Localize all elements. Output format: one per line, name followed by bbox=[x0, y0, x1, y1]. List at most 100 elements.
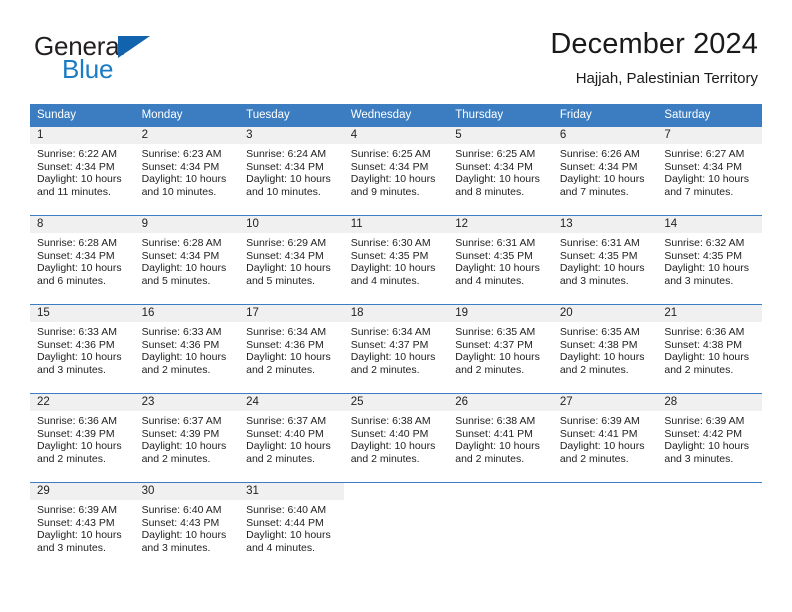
day-cell[interactable]: 3 Sunrise: 6:24 AM Sunset: 4:34 PM Dayli… bbox=[239, 127, 344, 216]
calendar-grid: Sunday Monday Tuesday Wednesday Thursday… bbox=[30, 104, 762, 571]
daylight-text-line1: Daylight: 10 hours bbox=[559, 262, 645, 275]
sunrise-text: Sunrise: 6:35 AM bbox=[559, 326, 640, 338]
day-number: 18 bbox=[343, 305, 449, 322]
day-cell[interactable]: 24 Sunrise: 6:37 AM Sunset: 4:40 PM Dayl… bbox=[239, 393, 344, 483]
day-cell[interactable]: 5 Sunrise: 6:25 AM Sunset: 4:34 PM Dayli… bbox=[448, 127, 553, 216]
day-cell[interactable]: 9 Sunrise: 6:28 AM Sunset: 4:34 PM Dayli… bbox=[134, 215, 240, 305]
day-number: 22 bbox=[30, 394, 135, 411]
day-cell[interactable]: 22 Sunrise: 6:36 AM Sunset: 4:39 PM Dayl… bbox=[30, 393, 135, 483]
day-cell[interactable]: 15 Sunrise: 6:33 AM Sunset: 4:36 PM Dayl… bbox=[30, 304, 135, 394]
day-cell[interactable]: 31 Sunrise: 6:40 AM Sunset: 4:44 PM Dayl… bbox=[239, 482, 344, 571]
day-cell[interactable]: 6 Sunrise: 6:26 AM Sunset: 4:34 PM Dayli… bbox=[552, 127, 658, 216]
day-cell[interactable]: 7 Sunrise: 6:27 AM Sunset: 4:34 PM Dayli… bbox=[657, 127, 762, 216]
day-cell[interactable]: 18 Sunrise: 6:34 AM Sunset: 4:37 PM Dayl… bbox=[343, 304, 449, 394]
day-cell[interactable]: 12 Sunrise: 6:31 AM Sunset: 4:35 PM Dayl… bbox=[448, 215, 553, 305]
day-number: 30 bbox=[134, 483, 240, 500]
day-details: Sunrise: 6:28 AM Sunset: 4:34 PM Dayligh… bbox=[30, 233, 135, 287]
calendar-week-row: 15 Sunrise: 6:33 AM Sunset: 4:36 PM Dayl… bbox=[30, 304, 762, 394]
day-cell[interactable]: 4 Sunrise: 6:25 AM Sunset: 4:34 PM Dayli… bbox=[343, 127, 449, 216]
daylight-text-line1: Daylight: 10 hours bbox=[350, 440, 436, 453]
daylight-text-line1: Daylight: 10 hours bbox=[350, 262, 436, 275]
day-cell[interactable]: 2 Sunrise: 6:23 AM Sunset: 4:34 PM Dayli… bbox=[134, 127, 240, 216]
daylight-text-line2: and 2 minutes. bbox=[559, 363, 629, 376]
sunset-text: Sunset: 4:34 PM bbox=[246, 249, 324, 262]
calendar-week-row: 1 Sunrise: 6:22 AM Sunset: 4:34 PM Dayli… bbox=[30, 127, 762, 216]
day-cell[interactable]: 27 Sunrise: 6:39 AM Sunset: 4:41 PM Dayl… bbox=[552, 393, 658, 483]
general-blue-logo[interactable]: General Blue bbox=[34, 33, 264, 89]
day-details: Sunrise: 6:39 AM Sunset: 4:42 PM Dayligh… bbox=[657, 411, 762, 465]
day-number: 20 bbox=[552, 305, 658, 322]
daylight-text-line2: and 2 minutes. bbox=[559, 452, 629, 465]
daylight-text-line2: and 2 minutes. bbox=[350, 452, 420, 465]
day-cell[interactable]: 11 Sunrise: 6:30 AM Sunset: 4:35 PM Dayl… bbox=[343, 215, 449, 305]
day-cell[interactable]: 10 Sunrise: 6:29 AM Sunset: 4:34 PM Dayl… bbox=[239, 215, 344, 305]
day-number: 27 bbox=[552, 394, 658, 411]
daylight-text-line2: and 2 minutes. bbox=[141, 363, 211, 376]
day-cell[interactable]: 28 Sunrise: 6:39 AM Sunset: 4:42 PM Dayl… bbox=[657, 393, 762, 483]
weekday-header-row: Sunday Monday Tuesday Wednesday Thursday… bbox=[30, 104, 762, 127]
sunrise-text: Sunrise: 6:33 AM bbox=[37, 326, 117, 338]
daylight-text-line1: Daylight: 10 hours bbox=[141, 529, 227, 542]
day-number: 7 bbox=[657, 127, 762, 144]
daylight-text-line1: Daylight: 10 hours bbox=[141, 440, 227, 453]
day-details: Sunrise: 6:33 AM Sunset: 4:36 PM Dayligh… bbox=[30, 322, 135, 376]
day-cell[interactable]: 29 Sunrise: 6:39 AM Sunset: 4:43 PM Dayl… bbox=[30, 482, 135, 571]
day-cell-empty bbox=[657, 482, 762, 571]
day-cell[interactable]: 25 Sunrise: 6:38 AM Sunset: 4:40 PM Dayl… bbox=[343, 393, 449, 483]
daylight-text-line1: Daylight: 10 hours bbox=[350, 351, 436, 364]
day-cell[interactable]: 16 Sunrise: 6:33 AM Sunset: 4:36 PM Dayl… bbox=[134, 304, 240, 394]
sunrise-text: Sunrise: 6:30 AM bbox=[350, 237, 431, 249]
daylight-text-line2: and 11 minutes. bbox=[37, 185, 111, 198]
calendar-body: 1 Sunrise: 6:22 AM Sunset: 4:34 PM Dayli… bbox=[30, 127, 762, 571]
sunset-text: Sunset: 4:35 PM bbox=[455, 249, 533, 262]
day-number: 10 bbox=[239, 216, 344, 233]
day-cell[interactable]: 23 Sunrise: 6:37 AM Sunset: 4:39 PM Dayl… bbox=[134, 393, 240, 483]
day-cell[interactable]: 19 Sunrise: 6:35 AM Sunset: 4:37 PM Dayl… bbox=[448, 304, 553, 394]
daylight-text-line1: Daylight: 10 hours bbox=[455, 440, 540, 453]
daylight-text-line1: Daylight: 10 hours bbox=[664, 351, 750, 364]
day-details: Sunrise: 6:32 AM Sunset: 4:35 PM Dayligh… bbox=[657, 233, 762, 287]
day-details: Sunrise: 6:33 AM Sunset: 4:36 PM Dayligh… bbox=[135, 322, 240, 376]
daylight-text-line1: Daylight: 10 hours bbox=[141, 173, 227, 186]
weekday-header-wednesday: Wednesday bbox=[343, 104, 449, 127]
daylight-text-line2: and 2 minutes. bbox=[246, 452, 316, 465]
day-cell[interactable]: 26 Sunrise: 6:38 AM Sunset: 4:41 PM Dayl… bbox=[448, 393, 553, 483]
sunset-text: Sunset: 4:44 PM bbox=[246, 516, 324, 529]
day-cell[interactable]: 20 Sunrise: 6:35 AM Sunset: 4:38 PM Dayl… bbox=[552, 304, 658, 394]
sunset-text: Sunset: 4:40 PM bbox=[246, 427, 324, 440]
logo-text-blue: Blue bbox=[62, 54, 114, 84]
day-number: 9 bbox=[134, 216, 240, 233]
sunset-text: Sunset: 4:39 PM bbox=[141, 427, 220, 440]
day-cell[interactable]: 30 Sunrise: 6:40 AM Sunset: 4:43 PM Dayl… bbox=[134, 482, 240, 571]
daylight-text-line1: Daylight: 10 hours bbox=[246, 173, 331, 186]
daylight-text-line2: and 3 minutes. bbox=[664, 452, 734, 465]
daylight-text-line1: Daylight: 10 hours bbox=[664, 173, 750, 186]
day-number: 23 bbox=[134, 394, 240, 411]
day-cell[interactable]: 1 Sunrise: 6:22 AM Sunset: 4:34 PM Dayli… bbox=[30, 127, 135, 216]
daylight-text-line2: and 2 minutes. bbox=[141, 452, 211, 465]
daylight-text-line2: and 5 minutes. bbox=[246, 274, 316, 287]
day-number: 19 bbox=[448, 305, 553, 322]
day-details: Sunrise: 6:22 AM Sunset: 4:34 PM Dayligh… bbox=[30, 144, 135, 198]
daylight-text-line2: and 10 minutes. bbox=[246, 185, 321, 198]
daylight-text-line2: and 3 minutes. bbox=[664, 274, 734, 287]
daylight-text-line1: Daylight: 10 hours bbox=[37, 173, 122, 186]
daylight-text-line2: and 4 minutes. bbox=[455, 274, 525, 287]
day-cell[interactable]: 14 Sunrise: 6:32 AM Sunset: 4:35 PM Dayl… bbox=[657, 215, 762, 305]
sunrise-text: Sunrise: 6:40 AM bbox=[141, 504, 222, 516]
weekday-header-sunday: Sunday bbox=[30, 104, 135, 127]
day-cell[interactable]: 8 Sunrise: 6:28 AM Sunset: 4:34 PM Dayli… bbox=[30, 215, 135, 305]
day-cell[interactable]: 21 Sunrise: 6:36 AM Sunset: 4:38 PM Dayl… bbox=[657, 304, 762, 394]
day-number bbox=[657, 483, 762, 500]
sunset-text: Sunset: 4:34 PM bbox=[141, 249, 220, 262]
logo-triangle-icon bbox=[118, 36, 150, 58]
page-header: General Blue December 2024 Hajjah, Pales… bbox=[0, 0, 792, 100]
sunset-text: Sunset: 4:37 PM bbox=[350, 338, 429, 351]
day-cell[interactable]: 17 Sunrise: 6:34 AM Sunset: 4:36 PM Dayl… bbox=[239, 304, 344, 394]
calendar-week-row: 29 Sunrise: 6:39 AM Sunset: 4:43 PM Dayl… bbox=[30, 482, 762, 571]
day-number: 13 bbox=[552, 216, 658, 233]
daylight-text-line2: and 2 minutes. bbox=[455, 363, 525, 376]
day-cell[interactable]: 13 Sunrise: 6:31 AM Sunset: 4:35 PM Dayl… bbox=[552, 215, 658, 305]
daylight-text-line1: Daylight: 10 hours bbox=[455, 262, 540, 275]
daylight-text-line1: Daylight: 10 hours bbox=[37, 529, 122, 542]
